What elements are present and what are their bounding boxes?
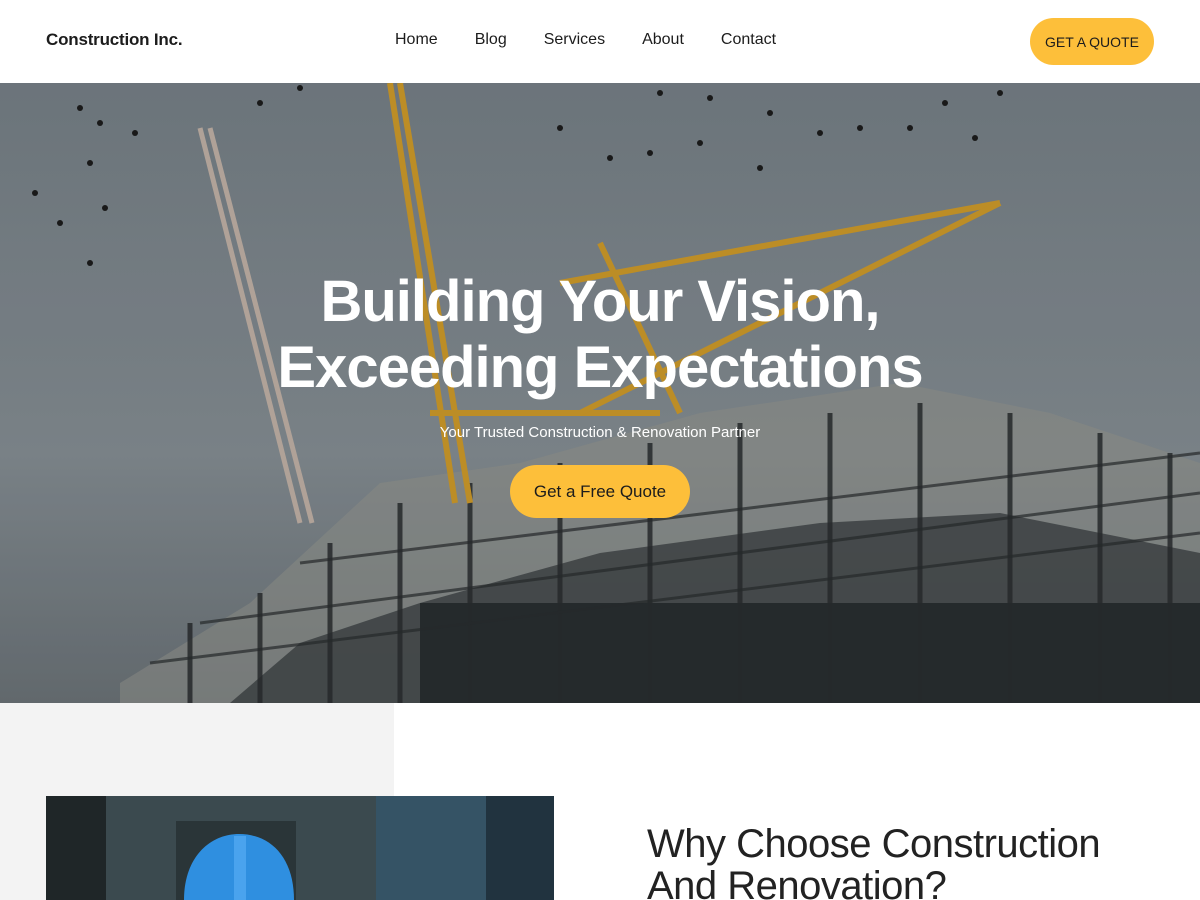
hero-title: Building Your Vision, Exceeding Expectat… [0, 269, 1200, 401]
get-quote-button[interactable]: GET A QUOTE [1030, 18, 1154, 65]
hero-section: Building Your Vision, Exceeding Expectat… [0, 83, 1200, 703]
free-quote-button[interactable]: Get a Free Quote [510, 465, 690, 518]
site-logo[interactable]: Construction Inc. [46, 30, 183, 50]
why-choose-section: Why Choose Construction And Renovation? [0, 703, 1200, 900]
nav-blog[interactable]: Blog [475, 31, 507, 49]
nav-contact[interactable]: Contact [721, 31, 776, 49]
nav-home[interactable]: Home [395, 31, 438, 49]
site-header: Construction Inc. Home Blog Services Abo… [0, 0, 1200, 83]
nav-services[interactable]: Services [544, 31, 605, 49]
hero-title-line-2: Exceeding Expectations [277, 335, 923, 400]
nav-about[interactable]: About [642, 31, 684, 49]
worker-image [46, 796, 554, 900]
why-title-line-1: Why Choose Construction [647, 822, 1101, 866]
hero-title-line-1: Building Your Vision, [320, 269, 880, 334]
hero-subtitle: Your Trusted Construction & Renovation P… [439, 424, 761, 441]
main-nav: Home Blog Services About Contact [395, 31, 776, 49]
why-choose-title: Why Choose Construction And Renovation? [647, 823, 1167, 900]
why-title-line-2: And Renovation? [647, 864, 947, 900]
